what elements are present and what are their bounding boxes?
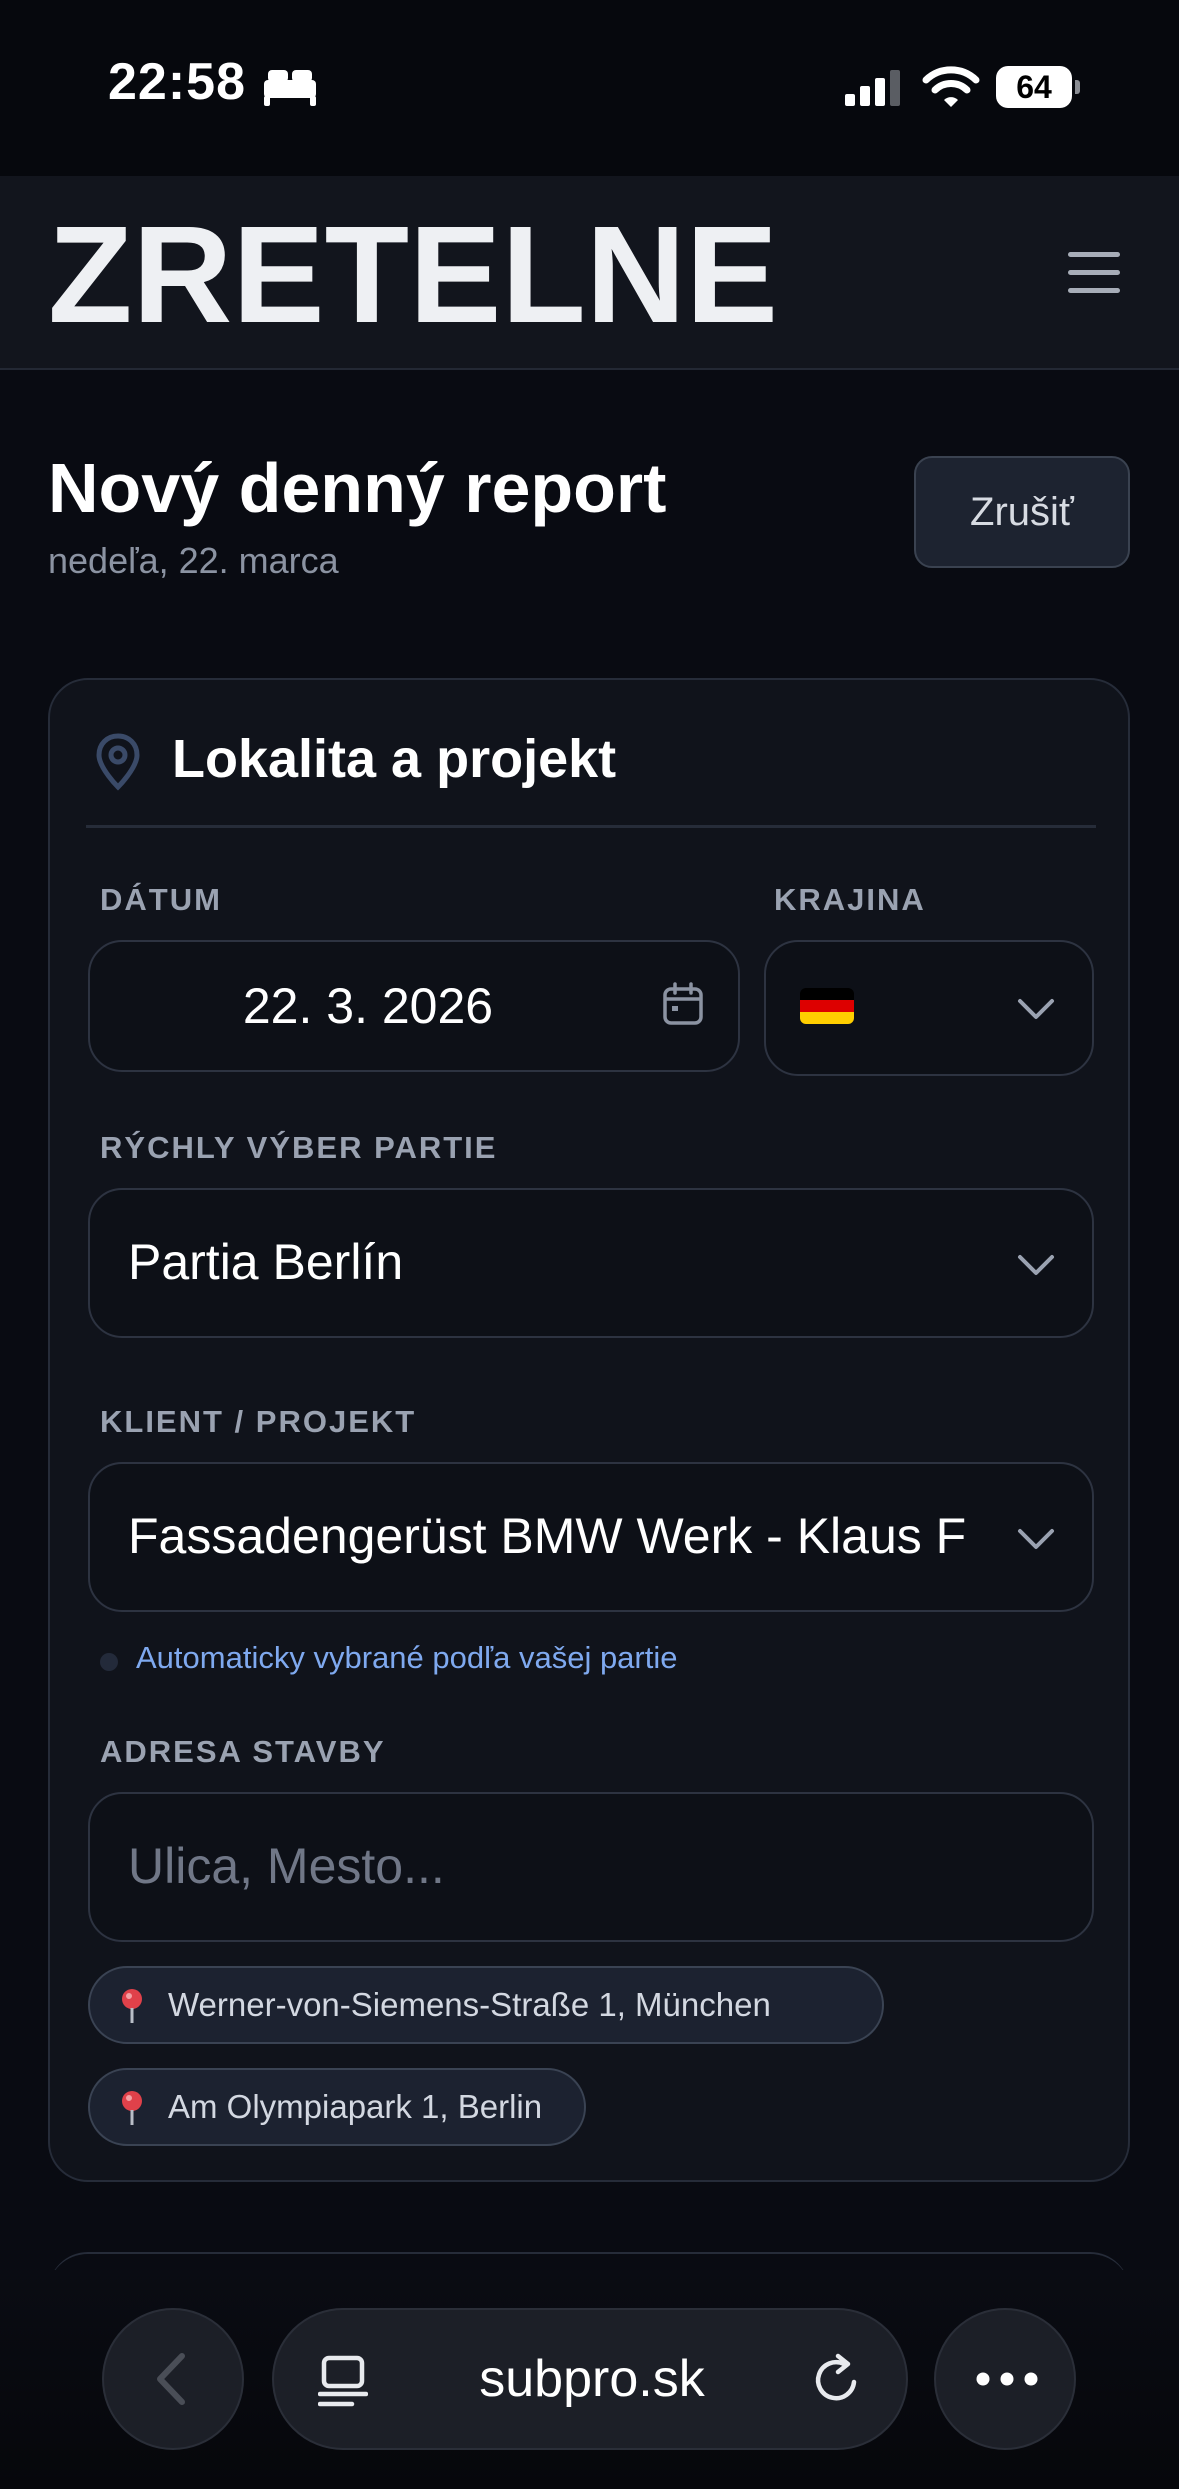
flag-stripe-black [800, 988, 854, 1000]
logo[interactable]: ZRETELNE [48, 214, 788, 338]
address-bar[interactable]: subpro.sk [272, 2308, 908, 2450]
date-label: DÁTUM [100, 882, 222, 917]
flag-stripe-red [800, 1000, 854, 1012]
cancel-button[interactable]: Zrušiť [914, 456, 1130, 568]
date-input[interactable]: 22. 3. 2026 [88, 940, 740, 1072]
address-suggestion-chip[interactable]: Werner-von-Siemens-Straße 1, München [88, 1966, 884, 2044]
menu-line [1068, 288, 1120, 293]
location-project-card: Lokalita a projekt DÁTUM KRAJINA 22. 3. … [48, 678, 1130, 2182]
date-value: 22. 3. 2026 [242, 978, 494, 1034]
battery-nub [1075, 80, 1080, 94]
location-pin-icon [96, 733, 140, 791]
reload-icon[interactable] [810, 2352, 864, 2406]
wifi-icon [922, 66, 980, 107]
germany-flag [800, 988, 854, 1024]
status-bar: 22:58 64 [0, 0, 1179, 176]
more-icon [976, 2372, 1038, 2386]
page-subtitle: nedeľa, 22. marca [48, 540, 339, 581]
page-title: Nový denný report [48, 449, 667, 527]
menu-line [1068, 252, 1120, 257]
back-button[interactable] [102, 2308, 244, 2450]
chevron-down-icon [1018, 999, 1054, 1019]
client-select[interactable]: Fassadengerüst BMW Werk - Klaus F [88, 1462, 1094, 1612]
logo-text: ZRETELNE [48, 214, 778, 338]
status-time: 22:58 [108, 53, 246, 111]
section-title: Lokalita a projekt [172, 729, 617, 789]
address-label: ADRESA STAVBY [100, 1734, 386, 1769]
screen: 22:58 64 ZRETELNE Nový denný report nede… [0, 0, 1179, 2489]
pushpin-icon [122, 2091, 142, 2125]
crew-label: RÝCHLY VÝBER PARTIE [100, 1130, 498, 1165]
client-hint: Automaticky vybrané podľa vašej partie [136, 1640, 678, 1675]
section-header: Lokalita a projekt [86, 720, 1096, 828]
calendar-icon[interactable] [662, 982, 704, 1026]
address-input[interactable]: Ulica, Mesto... [88, 1792, 1094, 1942]
battery-level: 64 [1016, 69, 1052, 105]
client-value: Fassadengerüst BMW Werk - Klaus F [128, 1508, 967, 1564]
country-select[interactable] [764, 940, 1094, 1076]
client-label: KLIENT / PROJEKT [100, 1404, 417, 1439]
address-placeholder: Ulica, Mesto... [128, 1838, 445, 1894]
address-suggestion-label: Werner-von-Siemens-Straße 1, München [168, 1986, 771, 2023]
flag-stripe-gold [800, 1012, 854, 1024]
browser-toolbar: subpro.sk [0, 2270, 1179, 2489]
bed-icon [264, 70, 316, 106]
hamburger-menu-icon[interactable] [1062, 246, 1126, 300]
signal-icon [845, 70, 900, 106]
address-suggestion-label: Am Olympiapark 1, Berlin [168, 2088, 543, 2125]
hint-dot-icon [100, 1653, 118, 1671]
battery-icon: 64 [996, 66, 1080, 108]
pushpin-icon [122, 1989, 142, 2023]
chevron-down-icon [1018, 1529, 1054, 1549]
more-button[interactable] [934, 2308, 1076, 2450]
back-icon [157, 2353, 185, 2405]
crew-select[interactable]: Partia Berlín [88, 1188, 1094, 1338]
country-label: KRAJINA [774, 882, 926, 917]
app-header: ZRETELNE [0, 176, 1179, 370]
menu-line [1068, 270, 1120, 275]
crew-value: Partia Berlín [128, 1234, 404, 1290]
chevron-down-icon [1018, 1255, 1054, 1275]
address-suggestion-chip[interactable]: Am Olympiapark 1, Berlin [88, 2068, 586, 2146]
